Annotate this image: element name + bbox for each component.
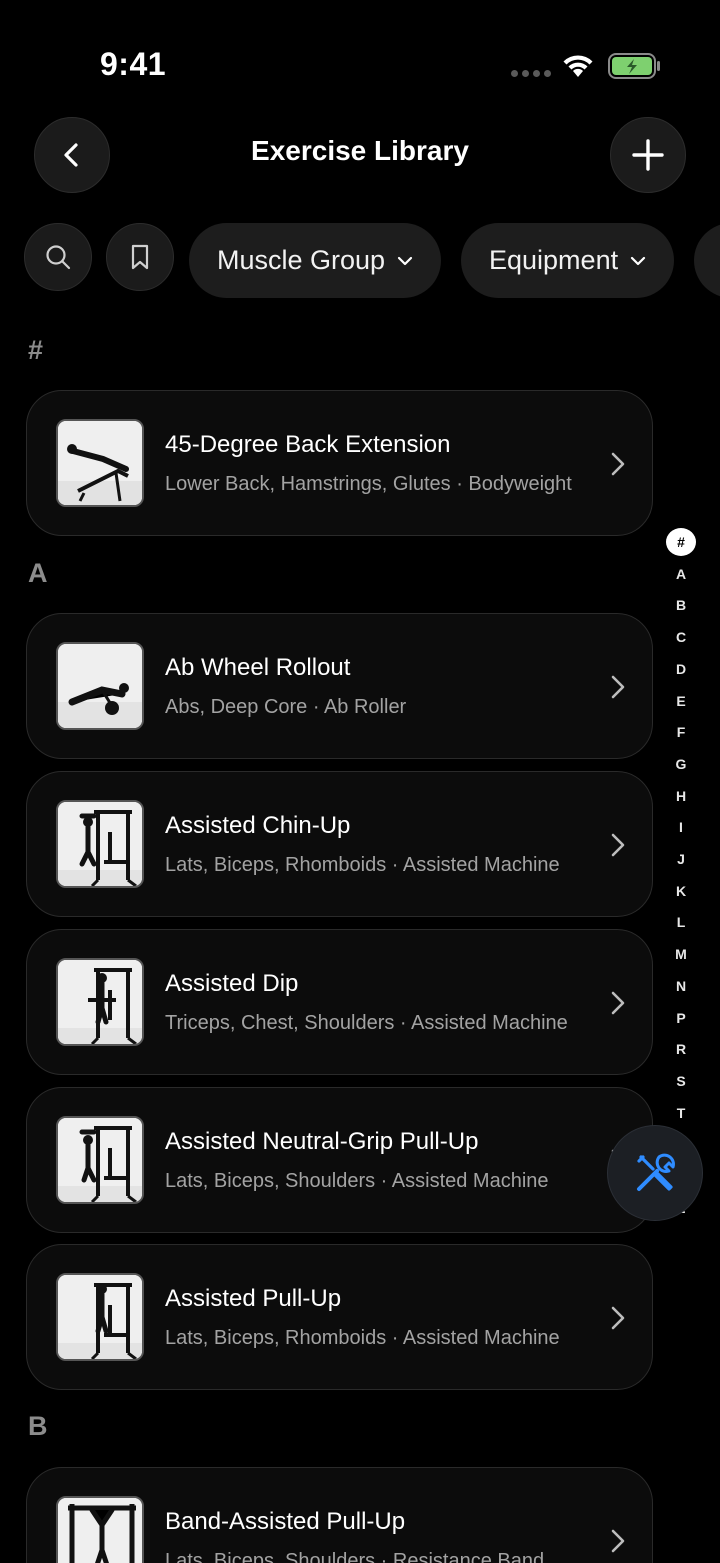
more-filter-chip[interactable] <box>694 223 720 298</box>
chevron-right-icon <box>611 1529 625 1553</box>
alphabet-index-letter[interactable]: F <box>666 718 696 746</box>
equipment-filter[interactable]: Equipment <box>461 223 675 298</box>
cellular-signal-icon <box>511 70 551 77</box>
exercise-thumbnail <box>56 1496 144 1563</box>
alphabet-index-letter[interactable]: A <box>666 560 696 588</box>
chevron-right-icon <box>611 833 625 857</box>
alphabet-index-letter[interactable]: I <box>666 813 696 841</box>
exercise-thumbnail <box>56 642 144 730</box>
search-icon <box>46 245 71 270</box>
plus-icon <box>632 139 664 171</box>
alphabet-index-letter[interactable]: B <box>666 591 696 619</box>
status-time: 9:41 <box>100 46 167 82</box>
status-bar: 9:41 <box>0 0 720 110</box>
exercise-card[interactable]: Assisted Pull-Up Lats, Biceps, Rhomboids… <box>26 1244 653 1390</box>
wifi-icon <box>563 55 593 77</box>
chevron-down-icon <box>397 256 413 265</box>
exercise-card[interactable]: Assisted Neutral-Grip Pull-Up Lats, Bice… <box>26 1087 653 1233</box>
alphabet-index-letter[interactable]: E <box>666 687 696 715</box>
exercise-title: Band-Assisted Pull-Up <box>165 1508 406 1535</box>
exercise-thumbnail <box>56 1273 144 1361</box>
exercise-title: Assisted Chin-Up <box>165 812 351 839</box>
exercise-card[interactable]: Assisted Chin-Up Lats, Biceps, Rhomboids… <box>26 771 653 917</box>
exercise-subtitle: Lats, Biceps, Shoulders · Resistance Ban… <box>165 1550 545 1563</box>
chevron-down-icon <box>630 256 646 265</box>
alphabet-index-letter[interactable]: H <box>666 782 696 810</box>
section-header: # <box>28 335 44 365</box>
exercise-subtitle: Lower Back, Hamstrings, Glutes · Bodywei… <box>165 473 572 495</box>
exercise-thumbnail <box>56 419 144 507</box>
muscle-group-filter[interactable]: Muscle Group <box>189 223 442 298</box>
exercise-title: Ab Wheel Rollout <box>165 654 351 681</box>
exercise-title: Assisted Neutral-Grip Pull-Up <box>165 1128 479 1155</box>
section-header: A <box>28 558 48 588</box>
exercise-card[interactable]: Assisted Dip Triceps, Chest, Shoulders ·… <box>26 929 653 1075</box>
chevron-right-icon <box>611 452 625 476</box>
exercise-subtitle: Abs, Deep Core · Ab Roller <box>165 696 407 718</box>
filter-row: Muscle Group Equipment <box>24 223 720 298</box>
tools-icon <box>637 1153 675 1191</box>
alphabet-index-letter[interactable]: G <box>666 750 696 778</box>
bookmark-icon <box>131 244 149 270</box>
exercise-title: Assisted Dip <box>165 970 299 997</box>
exercise-title: Assisted Pull-Up <box>165 1285 342 1312</box>
add-exercise-button[interactable] <box>610 117 686 193</box>
exercise-thumbnail <box>56 958 144 1046</box>
exercise-card[interactable]: Band-Assisted Pull-Up Lats, Biceps, Shou… <box>26 1467 653 1563</box>
alphabet-index-letter[interactable]: C <box>666 623 696 651</box>
alphabet-index-letter[interactable]: T <box>666 1099 696 1127</box>
alphabet-index-letter[interactable]: J <box>666 845 696 873</box>
exercise-subtitle: Triceps, Chest, Shoulders · Assisted Mac… <box>165 1012 568 1034</box>
exercise-title: 45-Degree Back Extension <box>165 431 451 458</box>
chevron-right-icon <box>611 675 625 699</box>
exercise-card[interactable]: Ab Wheel Rollout Abs, Deep Core · Ab Rol… <box>26 613 653 759</box>
search-button[interactable] <box>24 223 92 291</box>
chevron-right-icon <box>611 991 625 1015</box>
alphabet-index-letter[interactable]: R <box>666 1035 696 1063</box>
battery-charging-icon <box>608 53 660 79</box>
alphabet-index-letter[interactable]: N <box>666 972 696 1000</box>
muscle-group-label: Muscle Group <box>217 245 386 275</box>
alphabet-index-letter[interactable]: L <box>666 908 696 936</box>
exercise-subtitle: Lats, Biceps, Rhomboids · Assisted Machi… <box>165 854 560 876</box>
alphabet-index-letter[interactable]: S <box>666 1067 696 1095</box>
exercise-thumbnail <box>56 1116 144 1204</box>
exercise-thumbnail <box>56 800 144 888</box>
exercise-card[interactable]: 45-Degree Back Extension Lower Back, Ham… <box>26 390 653 536</box>
tools-fab[interactable] <box>607 1125 703 1221</box>
section-header: B <box>28 1411 48 1441</box>
bookmarks-button[interactable] <box>106 223 174 291</box>
alphabet-index-letter[interactable]: M <box>666 940 696 968</box>
alphabet-index-letter[interactable]: K <box>666 877 696 905</box>
exercise-subtitle: Lats, Biceps, Shoulders · Assisted Machi… <box>165 1170 549 1192</box>
alphabet-index-letter[interactable]: # <box>666 528 696 556</box>
equipment-label: Equipment <box>489 245 619 275</box>
alphabet-index-letter[interactable]: D <box>666 655 696 683</box>
exercise-subtitle: Lats, Biceps, Rhomboids · Assisted Machi… <box>165 1327 560 1349</box>
alphabet-index-letter[interactable]: P <box>666 1004 696 1032</box>
chevron-right-icon <box>611 1306 625 1330</box>
